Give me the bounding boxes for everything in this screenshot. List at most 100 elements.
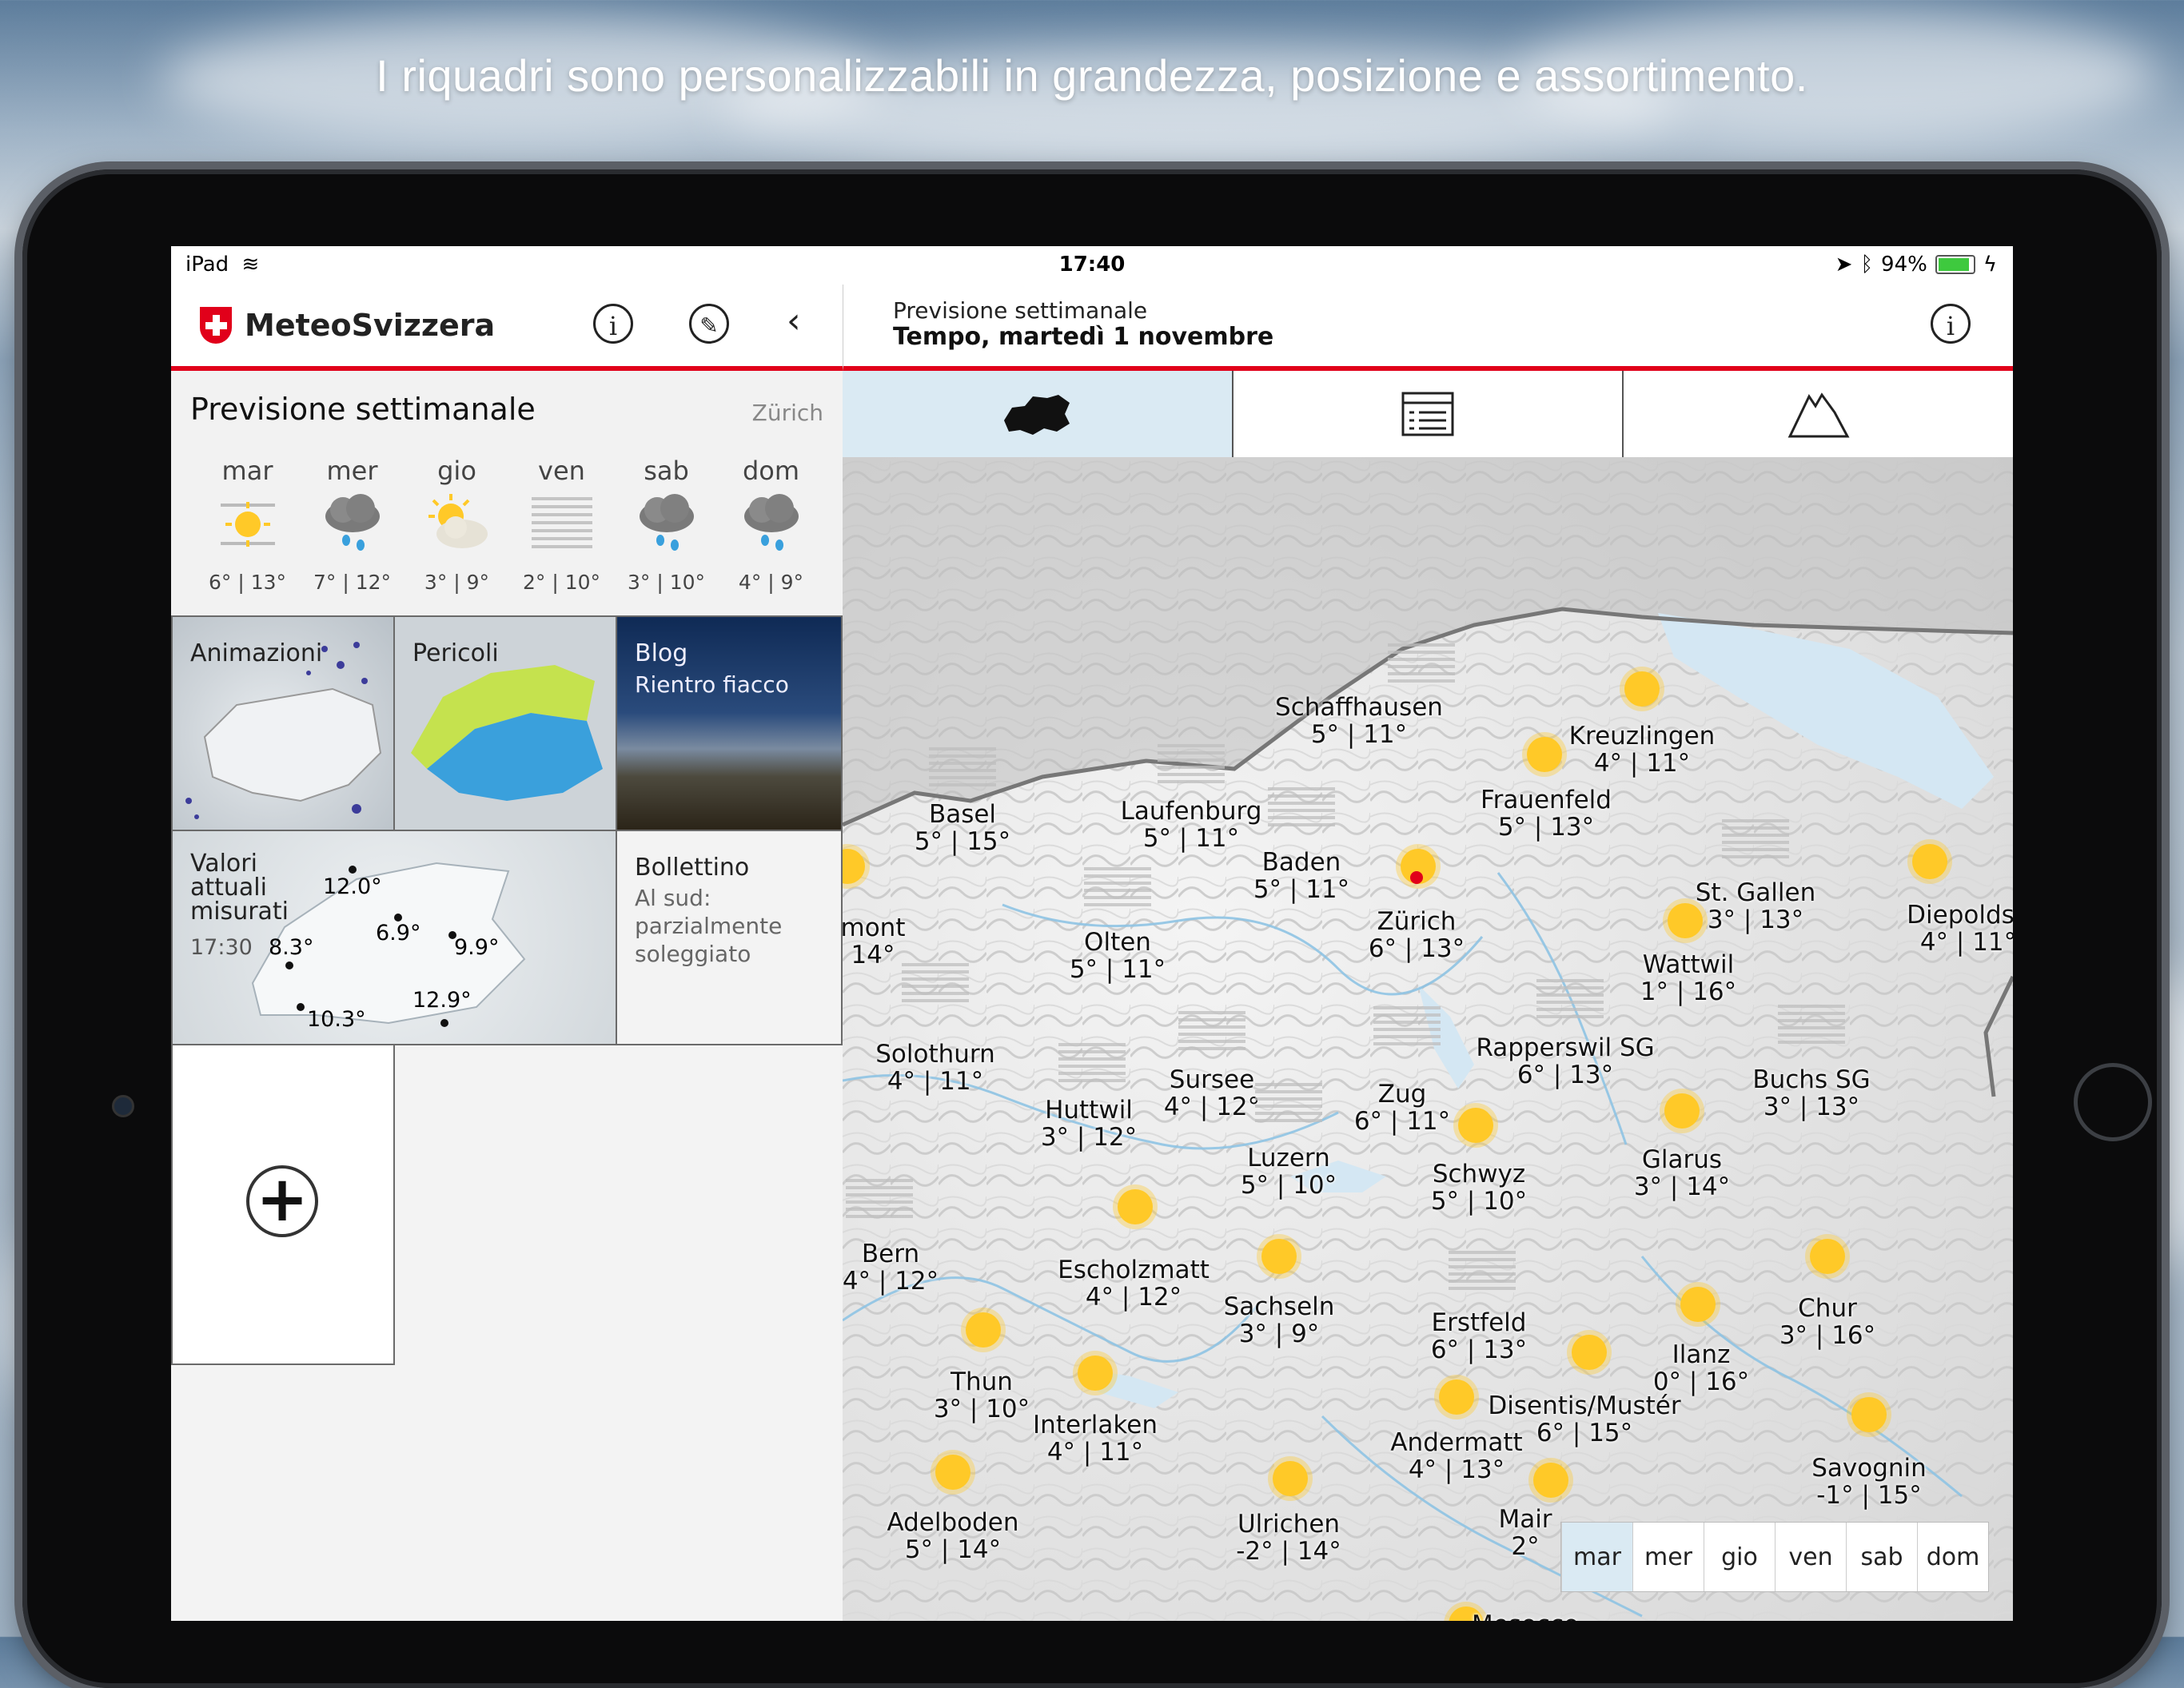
day-button-mar[interactable]: mar xyxy=(1561,1523,1632,1591)
sun-icon xyxy=(1680,1287,1716,1322)
weekly-day-ven: ven 2° | 10° xyxy=(509,456,614,594)
battery-percent: 94% xyxy=(1881,253,1927,277)
add-tile[interactable]: + xyxy=(171,1044,395,1365)
map-city-label[interactable]: Ulrichen -2° | 14° xyxy=(1236,1511,1341,1565)
city-temps: 4° | 11° xyxy=(1919,928,2013,957)
map-city-label[interactable]: Laufenburg 5° | 11° xyxy=(1121,798,1262,852)
day-button-sab[interactable]: sab xyxy=(1846,1523,1917,1591)
weekly-day-temps: 3° | 9° xyxy=(424,571,490,594)
back-chevron-button[interactable]: ‹ xyxy=(787,301,801,341)
city-name: Olten xyxy=(1084,928,1151,957)
fog-icon xyxy=(1449,1251,1516,1294)
map-city-label[interactable]: Sachseln 3° | 9° xyxy=(1224,1293,1335,1348)
city-name: Diepoldsa xyxy=(1907,901,2013,930)
map-city-label[interactable]: Wattwil 1° | 16° xyxy=(1640,951,1736,1005)
fog-icon xyxy=(1178,1011,1245,1054)
status-bar: iPad ≋ 17:40 ➤ ᛒ 94% ϟ xyxy=(171,246,2013,285)
map-city-label[interactable]: Chur 3° | 16° xyxy=(1779,1295,1875,1349)
screen: iPad ≋ 17:40 ➤ ᛒ 94% ϟ MeteoSvizzera i ✎… xyxy=(171,246,2013,1621)
map-city-label[interactable]: Interlaken 4° | 11° xyxy=(1033,1411,1158,1466)
blog-title: Blog xyxy=(635,639,688,667)
fog-icon xyxy=(1158,744,1225,787)
map-city-label[interactable]: Zug 6° | 11° xyxy=(1354,1081,1450,1135)
map-city-label[interactable]: Diepoldsa4° | 11° xyxy=(1907,902,2013,956)
map-city-label[interactable]: Kreuzlingen 4° | 11° xyxy=(1569,723,1716,777)
map-city-label[interactable]: mont 14° xyxy=(843,914,905,969)
bollettino-text: Al sud: parzialmente soleggiato xyxy=(635,885,783,967)
day-button-dom[interactable]: dom xyxy=(1917,1523,1988,1591)
weekly-day-temps: 4° | 9° xyxy=(738,571,804,594)
home-button[interactable] xyxy=(2074,1063,2152,1141)
day-button-gio[interactable]: gio xyxy=(1704,1523,1775,1591)
city-name: mont xyxy=(843,914,906,942)
city-name: Andermatt xyxy=(1390,1428,1523,1457)
weekly-day-gio: gio 3° | 9° xyxy=(405,456,509,594)
map-city-label[interactable]: Frauenfeld 5° | 13° xyxy=(1481,786,1612,841)
reading-3: 8.3° xyxy=(269,935,314,960)
day-selector: mar mer gio ven sab dom xyxy=(1560,1522,1989,1592)
city-name: Frauenfeld xyxy=(1481,786,1612,814)
weekly-day-label: mar xyxy=(221,456,273,486)
sun-icon xyxy=(935,1455,970,1490)
city-name: Sursee xyxy=(1169,1065,1255,1094)
sun-icon xyxy=(1533,1463,1568,1498)
map-city-label[interactable]: Escholzmatt 4° | 12° xyxy=(1058,1256,1210,1311)
map-city-label[interactable]: Erstfeld 6° | 13° xyxy=(1431,1309,1527,1364)
map-city-label[interactable]: Sursee 4° | 12° xyxy=(1164,1066,1260,1121)
city-name: Rapperswil SG xyxy=(1476,1033,1655,1062)
fog-icon xyxy=(846,1179,913,1222)
detail-info-button[interactable]: i xyxy=(1931,304,1971,344)
tab-list[interactable] xyxy=(1233,371,1624,457)
info-button[interactable]: i xyxy=(593,304,633,344)
map-city-label[interactable]: Buchs SG 3° | 13° xyxy=(1752,1066,1870,1121)
map-city-label[interactable]: Huttwil 3° | 12° xyxy=(1041,1097,1137,1151)
tab-map[interactable] xyxy=(843,371,1233,457)
map-city-label[interactable]: Mair 2° xyxy=(1498,1506,1552,1560)
city-temps: 5° | 15° xyxy=(914,827,1011,856)
map-city-label[interactable]: Bern 4° | 12° xyxy=(843,1240,939,1295)
weekly-day-temps: 3° | 10° xyxy=(627,571,706,594)
day-button-ven[interactable]: ven xyxy=(1775,1523,1846,1591)
map-city-label[interactable]: Olten 5° | 11° xyxy=(1070,929,1166,983)
bollettino-tile[interactable]: Bollettino Al sud: parzialmente soleggia… xyxy=(616,830,843,1045)
pericoli-tile[interactable]: Pericoli xyxy=(393,615,617,831)
day-button-mer[interactable]: mer xyxy=(1632,1523,1704,1591)
city-name: Mesocco xyxy=(1472,1611,1579,1621)
view-tabs xyxy=(843,371,2013,459)
city-temps: 5° | 11° xyxy=(1310,720,1408,749)
city-temps: 5° | 14° xyxy=(904,1535,1002,1564)
map-city-label[interactable]: Adelboden 5° | 14° xyxy=(887,1509,1018,1563)
map-city-label[interactable]: Luzern 5° | 10° xyxy=(1241,1145,1337,1199)
animazioni-tile[interactable]: Animazioni xyxy=(171,615,395,831)
map-city-label[interactable]: Baden 5° | 11° xyxy=(1253,849,1349,903)
city-temps: 4° | 12° xyxy=(1163,1093,1261,1121)
map-city-label[interactable]: Andermatt 4° | 13° xyxy=(1390,1429,1522,1483)
valori-time: 17:30 xyxy=(190,935,253,960)
city-name: St. Gallen xyxy=(1695,878,1816,907)
city-name: Huttwil xyxy=(1045,1096,1133,1125)
tab-mountain[interactable] xyxy=(1624,371,2013,457)
map-city-label[interactable]: Savognin -1° | 15° xyxy=(1811,1455,1927,1509)
map-city-label[interactable]: Rapperswil SG 6° | 13° xyxy=(1476,1034,1654,1089)
add-tile-plus-icon[interactable]: + xyxy=(246,1165,318,1237)
map-city-label[interactable]: Thun 3° | 10° xyxy=(934,1368,1030,1423)
weather-map[interactable]: Schaffhausen 5° | 11° Kreuzlingen 4° | 11° F… xyxy=(843,457,2013,1621)
blog-tile[interactable]: Blog Rientro fiacco xyxy=(616,615,843,831)
map-city-label[interactable]: Solothurn 4° | 11° xyxy=(875,1041,995,1095)
weekly-forecast-tile[interactable]: Previsione settimanale Zürich mar 6° | 13… xyxy=(171,371,843,615)
map-city-label[interactable]: Mesocco xyxy=(1472,1611,1579,1621)
map-city-label[interactable]: Basel 5° | 15° xyxy=(915,801,1010,855)
map-city-label[interactable]: Ilanz 0° | 16° xyxy=(1653,1341,1749,1395)
valori-misurati-tile[interactable]: Valori attuali misurati 17:30 12.0° 6.9°… xyxy=(171,830,617,1045)
sun-icon xyxy=(1664,1093,1700,1129)
map-city-label[interactable]: Schwyz 5° | 10° xyxy=(1431,1160,1527,1215)
edit-button[interactable]: ✎ xyxy=(689,304,729,344)
city-temps: 4° | 12° xyxy=(1085,1283,1182,1312)
weekly-day-dom: dom 4° | 9° xyxy=(719,456,823,594)
map-city-label[interactable]: Schaffhausen 5° | 11° xyxy=(1275,694,1443,748)
city-name: Disentis/Mustér xyxy=(1488,1391,1681,1420)
map-city-label[interactable]: Glarus 3° | 14° xyxy=(1634,1146,1730,1200)
map-city-label[interactable]: Zürich 6° | 13° xyxy=(1369,908,1465,962)
weekly-location: Zürich xyxy=(751,400,823,426)
map-city-label[interactable]: St. Gallen 3° | 13° xyxy=(1696,879,1816,934)
